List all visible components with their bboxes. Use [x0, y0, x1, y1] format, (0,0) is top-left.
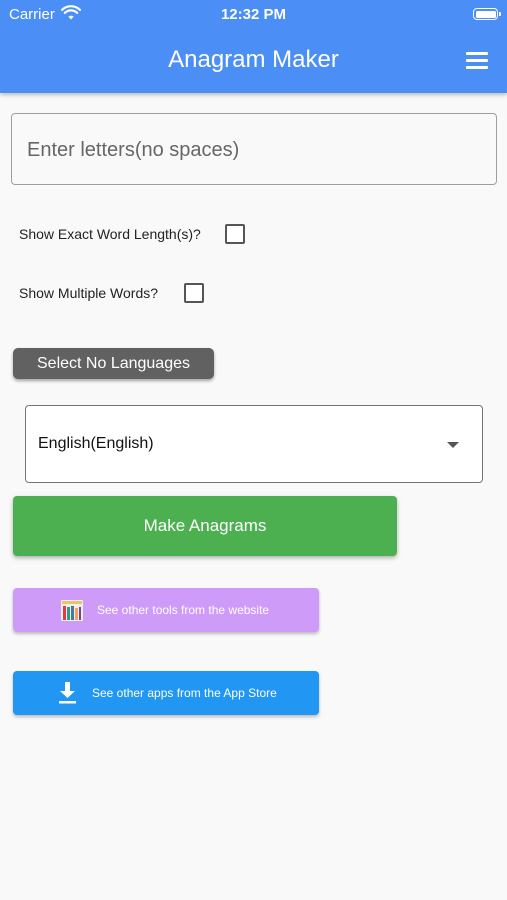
letters-input[interactable]	[25, 114, 489, 186]
exact-length-label: Show Exact Word Length(s)?	[19, 226, 201, 242]
letters-input-field	[11, 113, 497, 186]
download-icon	[58, 682, 77, 704]
status-bar: Carrier 12:32 PM	[0, 5, 507, 26]
multiple-words-checkbox[interactable]	[184, 283, 204, 303]
status-time: 12:32 PM	[220, 6, 287, 23]
battery-icon	[473, 8, 501, 20]
website-tools-label: See other tools from the website	[97, 603, 270, 617]
app-store-button[interactable]: See other apps from the App Store	[13, 671, 319, 715]
app-store-label: See other apps from the App Store	[92, 686, 277, 700]
select-no-languages-button[interactable]: Select No Languages	[13, 348, 214, 379]
make-anagrams-button[interactable]: Make Anagrams	[13, 496, 397, 556]
hamburger-menu-icon[interactable]	[466, 52, 488, 69]
app-bar: Carrier 12:32 PM Anagram Maker	[0, 0, 507, 93]
books-icon	[60, 598, 84, 623]
multiple-words-label: Show Multiple Words?	[19, 285, 159, 301]
dropdown-arrow-icon	[447, 442, 459, 448]
language-selected-value: English(English)	[38, 435, 154, 452]
website-tools-button[interactable]: See other tools from the website	[13, 588, 319, 632]
exact-length-checkbox[interactable]	[225, 224, 245, 244]
language-dropdown[interactable]: English(English)	[25, 405, 483, 483]
page-title: Anagram Maker	[168, 46, 339, 73]
